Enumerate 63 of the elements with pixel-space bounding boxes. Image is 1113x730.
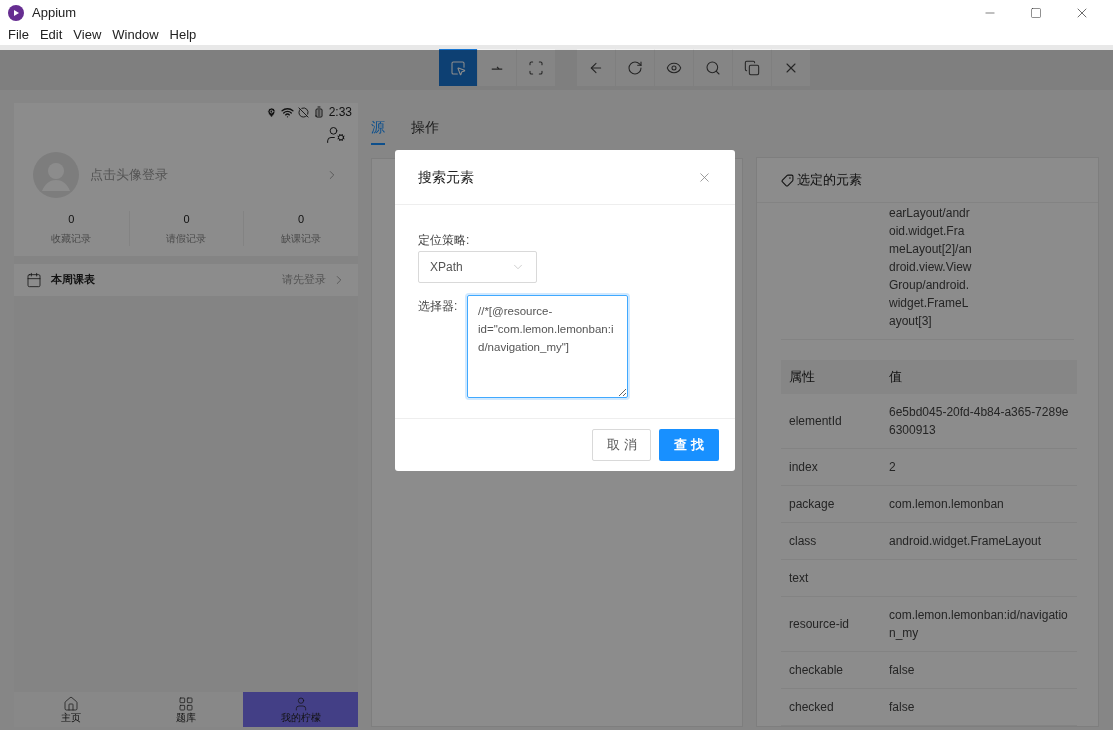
selector-label: 选择器: [418, 298, 459, 315]
stat-value: 0 [183, 212, 190, 227]
user-settings-icon[interactable] [326, 125, 346, 145]
cancel-button[interactable]: 取消 [592, 429, 651, 461]
battery-icon [312, 106, 325, 118]
toolbar-button[interactable] [516, 49, 555, 86]
home-icon [63, 695, 80, 712]
no-sim-icon [297, 106, 309, 118]
search-icon [704, 59, 721, 76]
nav-tab[interactable]: 主页 [14, 692, 129, 727]
toolbar-button[interactable] [654, 49, 693, 86]
tab[interactable]: 操作 [411, 117, 439, 145]
wifi-icon [280, 105, 294, 119]
app-logo-icon [8, 4, 24, 21]
calendar-icon [26, 271, 42, 288]
stat-value: 0 [68, 212, 75, 227]
strategy-label: 定位策略: [418, 232, 471, 249]
table-cell: index [789, 460, 818, 474]
toolbar-button[interactable] [576, 49, 615, 86]
table-cell: checked [789, 700, 834, 714]
table-cell: resource-id [789, 617, 850, 631]
column-header: 值 [881, 360, 1077, 394]
table-cell: 2 [889, 460, 896, 474]
toolbar-button[interactable] [693, 49, 732, 86]
selector-field[interactable]: //*[@resource-id="com.lemon.lemonban:id/navigation_my"] [467, 295, 628, 398]
find-button[interactable]: 查找 [659, 429, 719, 461]
menu-item[interactable]: Help [169, 25, 197, 45]
xpath-value: earLayout/android.widget.FrameLayout[2]/android.view.ViewGroup/android.widget.FrameLayout[3] [889, 205, 973, 330]
toolbar-button[interactable] [771, 49, 810, 86]
dialog-title: 搜索元素 [418, 167, 474, 187]
table-cell: elementId [789, 414, 842, 428]
copy-icon [743, 59, 760, 76]
status-time: 2:33 [328, 104, 352, 121]
refresh-icon [626, 59, 643, 76]
menu-item[interactable]: View [73, 25, 102, 45]
stat-value: 0 [298, 212, 305, 227]
table-cell: android.widget.FrameLayout [889, 534, 1042, 548]
toolbar-button[interactable] [615, 49, 654, 86]
tag-icon [781, 173, 794, 187]
swipe-icon [490, 65, 503, 70]
scan-icon [527, 59, 544, 76]
table-cell: text [789, 571, 809, 585]
toolbar-button[interactable] [732, 49, 771, 86]
table-cell: com.lemon.lemonban:id/navigation_my [889, 608, 1068, 640]
table-cell: package [789, 497, 835, 511]
window-title: Appium [32, 3, 77, 22]
table-cell: false [889, 663, 915, 677]
column-header: 属性 [781, 360, 881, 394]
nav-tab[interactable]: 题库 [128, 692, 244, 727]
select-icon [449, 59, 466, 76]
table-cell: false [889, 700, 915, 714]
grid-icon [178, 695, 194, 712]
table-cell: checkable [789, 663, 844, 677]
panel-title: 选定的元素 [797, 171, 862, 190]
strategy-select[interactable]: XPath [418, 251, 537, 283]
table-cell: 6e5bd045-20fd-4b84-a365-7289e6300913 [889, 405, 1069, 437]
location-icon [265, 106, 277, 118]
menu-item[interactable]: File [8, 25, 29, 45]
table-cell: class [789, 534, 817, 548]
table-cell: com.lemon.lemonban [889, 497, 1004, 511]
schedule-title[interactable]: 本周课表 [51, 271, 95, 288]
menu-item[interactable]: Window [112, 25, 159, 45]
menu-item[interactable]: Edit [39, 25, 63, 45]
